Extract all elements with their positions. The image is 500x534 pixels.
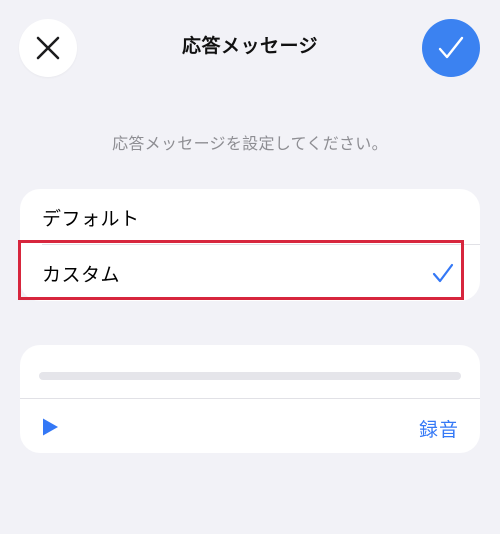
recorder-panel: 録音 [20,345,480,453]
message-settings-sheet: 応答メッセージ 応答メッセージを設定してください。 デフォルト カスタム 録音 [0,0,500,534]
option-label: カスタム [42,263,121,286]
checkmark-icon [438,36,464,59]
selected-checkmark-icon [432,263,454,283]
play-icon[interactable] [40,417,60,437]
option-custom[interactable]: カスタム [20,245,480,301]
option-label: デフォルト [42,207,140,230]
playback-progress-bar[interactable] [39,372,461,380]
option-default[interactable]: デフォルト [20,189,480,245]
done-button[interactable] [422,19,480,77]
message-options-list: デフォルト カスタム [20,189,480,301]
record-button[interactable]: 録音 [419,415,459,442]
divider [20,398,480,399]
instruction-text: 応答メッセージを設定してください。 [112,134,388,153]
